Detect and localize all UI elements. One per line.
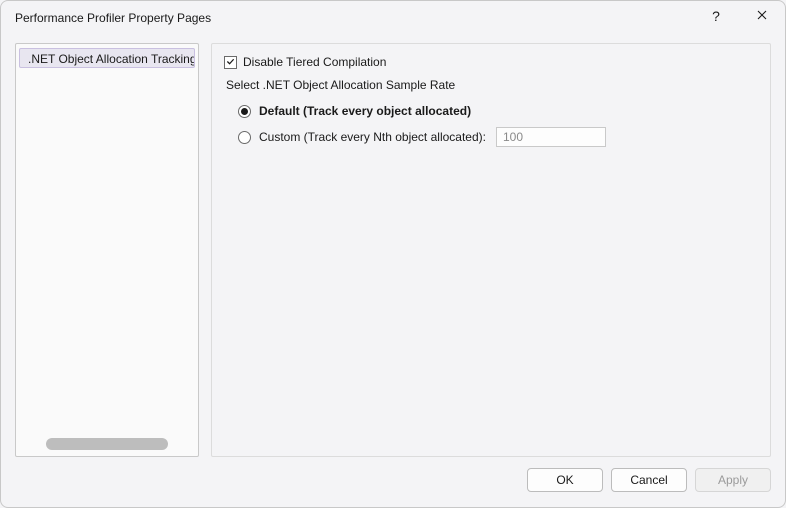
close-button[interactable]	[739, 1, 785, 31]
apply-button-label: Apply	[718, 473, 748, 487]
dialog-window: Performance Profiler Property Pages ? .N…	[0, 0, 786, 508]
disable-tiered-compilation-checkbox[interactable]	[224, 56, 237, 69]
category-sidebar: .NET Object Allocation Tracking	[15, 43, 199, 457]
cancel-button-label: Cancel	[630, 473, 667, 487]
disable-tiered-compilation-row[interactable]: Disable Tiered Compilation	[224, 52, 758, 72]
sample-rate-radio-group: Default (Track every object allocated) C…	[238, 98, 758, 150]
ok-button[interactable]: OK	[527, 468, 603, 492]
category-list[interactable]: .NET Object Allocation Tracking	[16, 44, 198, 438]
sidebar-item-label: .NET Object Allocation Tracking	[28, 52, 195, 66]
disable-tiered-compilation-label: Disable Tiered Compilation	[243, 55, 386, 69]
checkmark-icon	[226, 55, 235, 69]
sample-rate-custom-label: Custom (Track every Nth object allocated…	[259, 130, 486, 144]
sample-rate-custom-input[interactable]	[496, 127, 606, 147]
content-area: .NET Object Allocation Tracking Disable …	[1, 35, 785, 461]
sample-rate-default-label: Default (Track every object allocated)	[259, 104, 471, 118]
dialog-footer: OK Cancel Apply	[1, 461, 785, 507]
sample-rate-default-row[interactable]: Default (Track every object allocated)	[238, 98, 758, 124]
sample-rate-custom-radio[interactable]	[238, 131, 251, 144]
sample-rate-group-label: Select .NET Object Allocation Sample Rat…	[226, 78, 758, 92]
cancel-button[interactable]: Cancel	[611, 468, 687, 492]
close-icon	[757, 9, 767, 23]
sample-rate-custom-row[interactable]: Custom (Track every Nth object allocated…	[238, 124, 758, 150]
settings-panel: Disable Tiered Compilation Select .NET O…	[211, 43, 771, 457]
sample-rate-default-radio[interactable]	[238, 105, 251, 118]
help-button[interactable]: ?	[693, 1, 739, 31]
sidebar-horizontal-scrollbar[interactable]	[46, 438, 168, 450]
titlebar: Performance Profiler Property Pages ?	[1, 1, 785, 35]
apply-button[interactable]: Apply	[695, 468, 771, 492]
radio-selected-dot-icon	[241, 108, 248, 115]
sidebar-item-net-object-allocation[interactable]: .NET Object Allocation Tracking	[19, 48, 195, 68]
ok-button-label: OK	[556, 473, 573, 487]
dialog-title: Performance Profiler Property Pages	[1, 1, 693, 25]
